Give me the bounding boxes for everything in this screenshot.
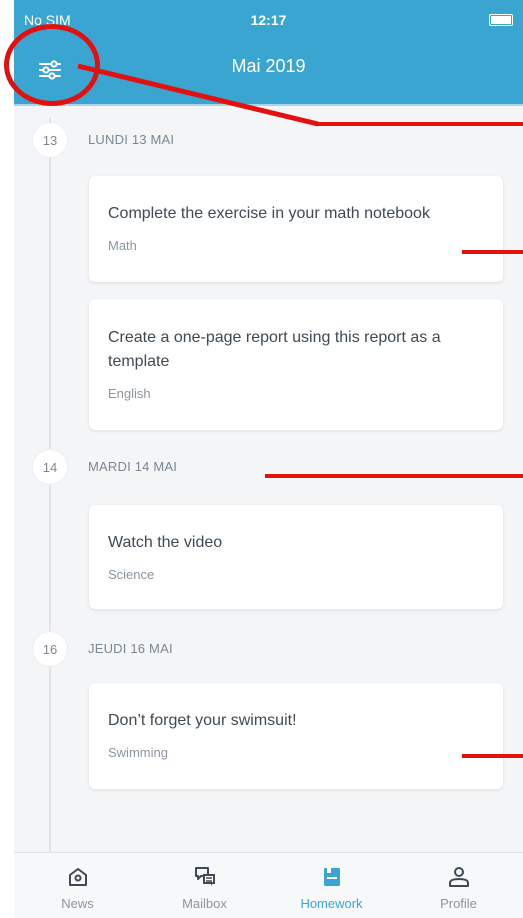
- annotation-line: [462, 250, 523, 254]
- annotation-pointer: [77, 63, 319, 127]
- annotation-line: [265, 474, 523, 478]
- annotation-line: [462, 754, 523, 758]
- annotation-line: [316, 122, 523, 126]
